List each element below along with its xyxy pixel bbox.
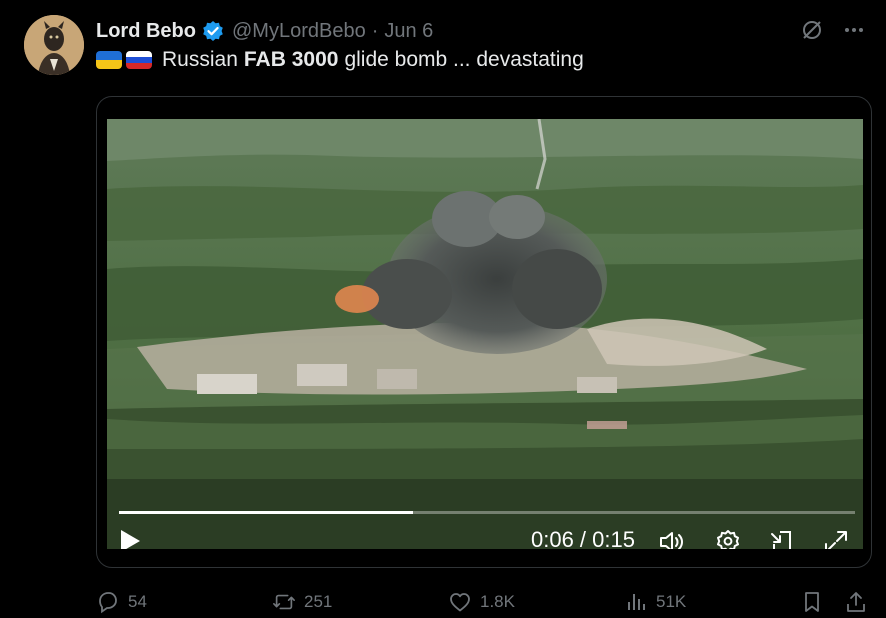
- russia-flag-icon: [126, 51, 152, 69]
- views-button[interactable]: 51K: [624, 590, 686, 614]
- bookmark-icon: [800, 590, 824, 614]
- video-progress-fill: [119, 511, 414, 514]
- heart-icon: [448, 590, 472, 614]
- media-card[interactable]: 0:06 / 0:15: [96, 96, 872, 568]
- settings-icon[interactable]: [713, 527, 743, 549]
- tweet-text-bold: FAB 3000: [243, 48, 339, 71]
- ukraine-flag-icon: [96, 51, 122, 69]
- reply-button[interactable]: 54: [96, 590, 147, 614]
- tweet-header: Lord Bebo @MyLordBebo · Jun 6: [96, 18, 866, 44]
- pip-icon[interactable]: [767, 527, 797, 549]
- fullscreen-icon[interactable]: [821, 527, 851, 549]
- reply-count: 54: [128, 592, 147, 611]
- video-controls: 0:06 / 0:15: [107, 523, 863, 549]
- tweet-text-prefix: Russian: [162, 48, 238, 71]
- share-icon: [844, 590, 868, 614]
- verified-badge-icon: [202, 20, 224, 42]
- tweet-text-suffix: glide bomb ... devastating: [344, 48, 584, 71]
- grok-icon[interactable]: [800, 18, 824, 42]
- tweet-actions: 54 251 1.8K 51K: [96, 588, 876, 618]
- bookmark-button[interactable]: [800, 590, 832, 614]
- video-frame: [107, 119, 863, 549]
- like-button[interactable]: 1.8K: [448, 590, 515, 614]
- video-progress-bar[interactable]: [119, 511, 855, 514]
- play-icon[interactable]: [117, 527, 143, 549]
- repost-button[interactable]: 251: [272, 590, 332, 614]
- video-player[interactable]: 0:06 / 0:15: [107, 119, 863, 549]
- like-count: 1.8K: [480, 592, 515, 611]
- avatar[interactable]: [24, 15, 84, 75]
- reply-icon: [96, 590, 120, 614]
- repost-count: 251: [304, 592, 333, 611]
- author-name[interactable]: Lord Bebo: [96, 20, 196, 43]
- separator-dot: ·: [371, 19, 379, 42]
- views-count: 51K: [656, 592, 687, 611]
- share-button[interactable]: [844, 590, 876, 614]
- video-time: 0:06 / 0:15: [531, 527, 635, 549]
- tweet-text: Russian FAB 3000 glide bomb ... devastat…: [96, 48, 584, 72]
- volume-icon[interactable]: [657, 527, 687, 549]
- post-date[interactable]: Jun 6: [384, 20, 433, 43]
- analytics-icon: [624, 590, 648, 614]
- repost-icon: [272, 590, 296, 614]
- author-handle[interactable]: @MyLordBebo: [232, 20, 366, 43]
- more-options-icon[interactable]: [842, 18, 866, 42]
